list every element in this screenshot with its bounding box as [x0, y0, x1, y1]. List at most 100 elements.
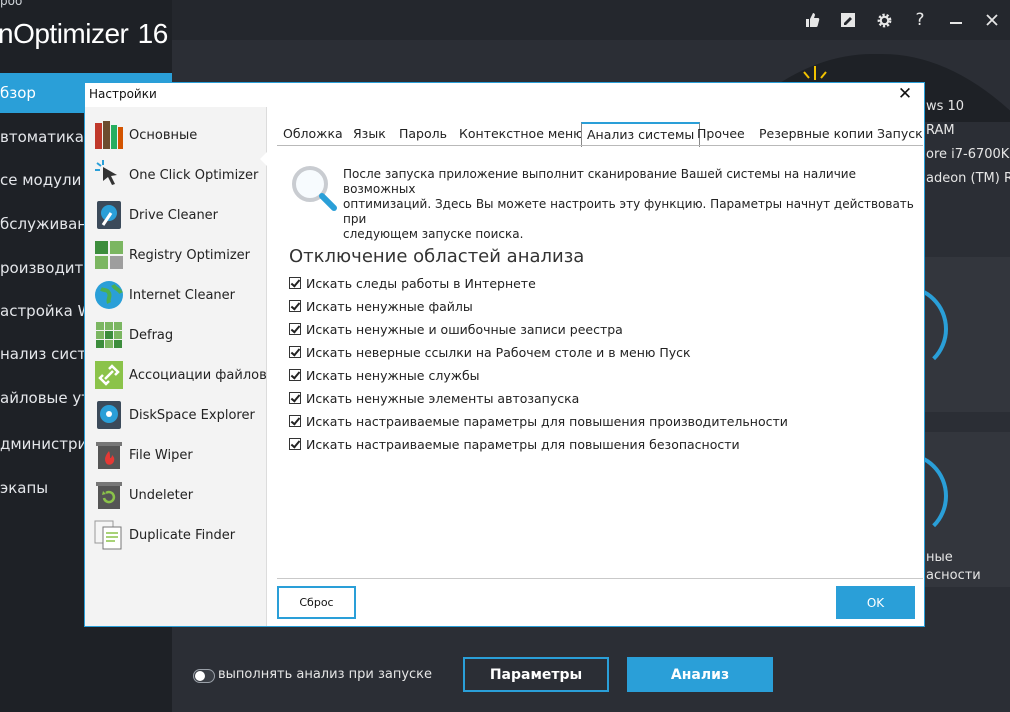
checkbox-label: Искать неверные ссылки на Рабочем столе …	[306, 344, 691, 360]
category-label: DiskSpace Explorer	[129, 407, 255, 423]
checkbox-row-shortcuts[interactable]: Искать неверные ссылки на Рабочем столе …	[289, 342, 691, 362]
app-logo: pоо nOptimizer 16	[0, 0, 172, 80]
link-icon	[93, 359, 125, 391]
tab-other[interactable]: Прочее	[697, 123, 745, 145]
duplicate-icon	[93, 519, 125, 551]
category-label: File Wiper	[129, 447, 193, 463]
checkbox-label: Искать следы работы в Интернете	[306, 275, 536, 291]
checkbox-row-services[interactable]: Искать ненужные службы	[289, 365, 480, 385]
dialog-close-icon[interactable]: ✕	[890, 83, 920, 105]
parameters-button[interactable]: Параметры	[463, 657, 609, 692]
category-defrag[interactable]: Defrag	[93, 317, 265, 353]
sysinfo-cpu: ore i7-6700K C	[926, 147, 1010, 162]
panel2-line1: ные	[926, 550, 953, 565]
gear-icon[interactable]	[866, 0, 902, 40]
info-line: После запуска приложение выполнит сканир…	[343, 167, 856, 196]
cursor-click-icon	[93, 159, 125, 191]
category-one-click-optimizer[interactable]: One Click Optimizer	[93, 157, 265, 193]
checkbox-label: Искать настраиваемые параметры для повыш…	[306, 436, 740, 452]
undeleter-icon	[93, 479, 125, 511]
brand-text: nOptimizer	[0, 18, 129, 49]
brand-name: nOptimizer 16	[0, 18, 168, 50]
category-label: Основные	[129, 127, 198, 143]
category-file-associations[interactable]: Ассоциации файлов	[93, 357, 267, 393]
checkbox-label: Искать ненужные и ошибочные записи реест…	[306, 321, 623, 337]
minimize-icon[interactable]	[938, 0, 974, 40]
category-duplicate-finder[interactable]: Duplicate Finder	[93, 517, 265, 553]
category-label: Duplicate Finder	[129, 527, 236, 543]
category-label: Internet Cleaner	[129, 287, 235, 303]
tab-password[interactable]: Пароль	[399, 123, 447, 145]
info-line: оптимизаций. Здесь Вы можете настроить э…	[343, 197, 914, 226]
section-title: Отключение областей анализа	[289, 246, 585, 267]
sysinfo-os: ws 10	[926, 99, 965, 114]
autorun-label: выполнять анализ при запуске	[218, 667, 433, 682]
checkbox-row-performance[interactable]: Искать настраиваемые параметры для повыш…	[289, 411, 788, 431]
category-label: One Click Optimizer	[129, 167, 259, 183]
books-icon	[93, 119, 125, 151]
drive-cleaner-icon	[93, 199, 125, 231]
category-label: Registry Optimizer	[129, 247, 250, 263]
checkbox-label: Искать ненужные элементы автозапуска	[306, 390, 580, 406]
checkbox[interactable]	[289, 369, 301, 381]
tab-backups[interactable]: Резервные копии	[759, 123, 873, 145]
checkbox-label: Искать ненужные файлы	[306, 298, 473, 314]
category-registry-optimizer[interactable]: Registry Optimizer	[93, 237, 265, 273]
analyze-button[interactable]: Анализ	[627, 657, 773, 692]
edit-icon[interactable]	[830, 0, 866, 40]
sysinfo-ram: RAM	[926, 123, 955, 138]
category-label: Ассоциации файлов	[129, 367, 267, 383]
checkbox[interactable]	[289, 300, 301, 312]
app-topbar: ?	[172, 0, 1010, 40]
checkbox[interactable]	[289, 323, 301, 335]
close-icon[interactable]	[974, 0, 1010, 40]
top-icons: ?	[794, 0, 1010, 40]
defrag-icon	[93, 319, 125, 351]
tabs-divider	[277, 145, 923, 146]
brand-version: 16	[137, 18, 169, 49]
registry-icon	[93, 239, 125, 271]
category-general[interactable]: Основные	[93, 117, 265, 153]
checkbox-row-security[interactable]: Искать настраиваемые параметры для повыш…	[289, 434, 740, 454]
sysinfo-gpu: adeon (TM) R9	[926, 171, 1010, 186]
checkbox[interactable]	[289, 438, 301, 450]
checkbox-row-internet-traces[interactable]: Искать следы работы в Интернете	[289, 273, 536, 293]
category-drive-cleaner[interactable]: Drive Cleaner	[93, 197, 265, 233]
ok-button[interactable]: OK	[836, 586, 915, 619]
dialog-title: Настройки	[89, 87, 157, 101]
category-file-wiper[interactable]: File Wiper	[93, 437, 265, 473]
info-line: следующем запуске поиска.	[343, 227, 524, 241]
info-description: После запуска приложение выполнит сканир…	[343, 167, 923, 242]
selection-pointer	[260, 151, 268, 167]
checkbox[interactable]	[289, 346, 301, 358]
settings-tabs: Обложка Язык Пароль Контекстное меню Ана…	[277, 122, 923, 147]
checkbox[interactable]	[289, 277, 301, 289]
checkbox-row-registry[interactable]: Искать ненужные и ошибочные записи реест…	[289, 319, 623, 339]
tab-skin[interactable]: Обложка	[283, 123, 343, 145]
category-diskspace-explorer[interactable]: DiskSpace Explorer	[93, 397, 265, 433]
tab-context-menu[interactable]: Контекстное меню	[459, 123, 584, 145]
category-list: Основные One Click Optimizer Drive Clean…	[85, 107, 268, 626]
category-internet-cleaner[interactable]: Internet Cleaner	[93, 277, 265, 313]
category-undeleter[interactable]: Undeleter	[93, 477, 265, 513]
brand-small: pоо	[0, 0, 23, 8]
category-label: Undeleter	[129, 487, 194, 503]
tab-startup[interactable]: Запуск	[877, 123, 923, 145]
reset-button[interactable]: Сброс	[277, 586, 356, 619]
checkbox[interactable]	[289, 392, 301, 404]
tab-language[interactable]: Язык	[353, 123, 386, 145]
autorun-toggle[interactable]	[193, 669, 215, 683]
globe-icon	[93, 279, 125, 311]
checkbox[interactable]	[289, 415, 301, 427]
help-icon[interactable]: ?	[902, 0, 938, 40]
thumbs-up-icon[interactable]	[794, 0, 830, 40]
magnifier-icon	[288, 162, 340, 214]
checkbox-row-unneeded-files[interactable]: Искать ненужные файлы	[289, 296, 473, 316]
footer-divider	[277, 578, 923, 579]
panel2-line2: асности	[926, 568, 981, 583]
checkbox-row-autostart[interactable]: Искать ненужные элементы автозапуска	[289, 388, 579, 408]
settings-dialog: Настройки ✕ Основные One Click Optimizer…	[84, 82, 925, 627]
disk-space-icon	[93, 399, 125, 431]
category-label: Drive Cleaner	[129, 207, 219, 223]
tab-system-analysis[interactable]: Анализ системы	[581, 122, 701, 147]
